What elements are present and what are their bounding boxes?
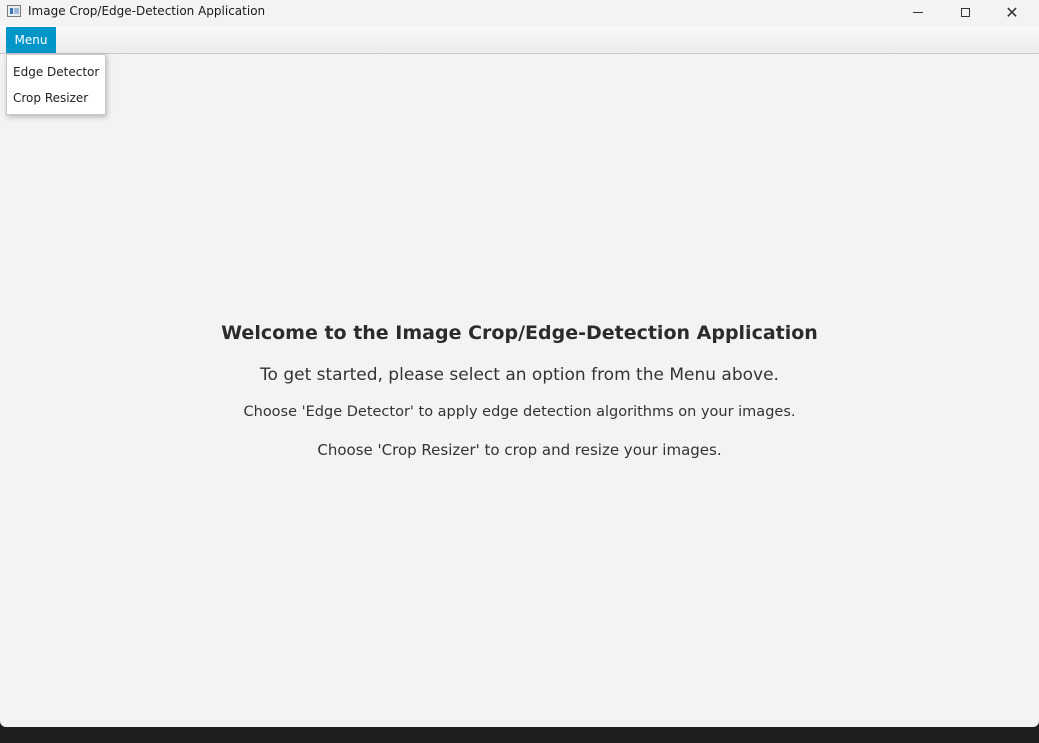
window-title: Image Crop/Edge-Detection Application — [28, 4, 266, 18]
edge-detector-hint: Choose 'Edge Detector' to apply edge det… — [243, 404, 796, 420]
menu-dropdown: Edge Detector Crop Resizer — [6, 54, 106, 115]
maximize-button[interactable] — [942, 0, 988, 25]
menu-item-edge-detector[interactable]: Edge Detector — [7, 59, 105, 85]
maximize-icon — [960, 8, 970, 17]
title-bar[interactable]: Image Crop/Edge-Detection Application ✕ — [0, 0, 1039, 25]
minimize-icon — [913, 12, 923, 13]
menu-item-crop-resizer[interactable]: Crop Resizer — [7, 85, 105, 111]
crop-resizer-hint: Choose 'Crop Resizer' to crop and resize… — [317, 441, 722, 459]
close-button[interactable]: ✕ — [989, 0, 1035, 25]
close-icon: ✕ — [1005, 2, 1019, 22]
menu-bar: Menu — [0, 26, 1039, 54]
menu-button[interactable]: Menu — [6, 27, 56, 53]
minimize-button[interactable] — [895, 0, 941, 25]
app-icon — [7, 5, 21, 17]
app-window: Image Crop/Edge-Detection Application ✕ … — [0, 0, 1039, 727]
welcome-heading: Welcome to the Image Crop/Edge-Detection… — [221, 322, 818, 344]
instruction-text: To get started, please select an option … — [260, 365, 779, 385]
welcome-panel: Welcome to the Image Crop/Edge-Detection… — [0, 54, 1039, 727]
